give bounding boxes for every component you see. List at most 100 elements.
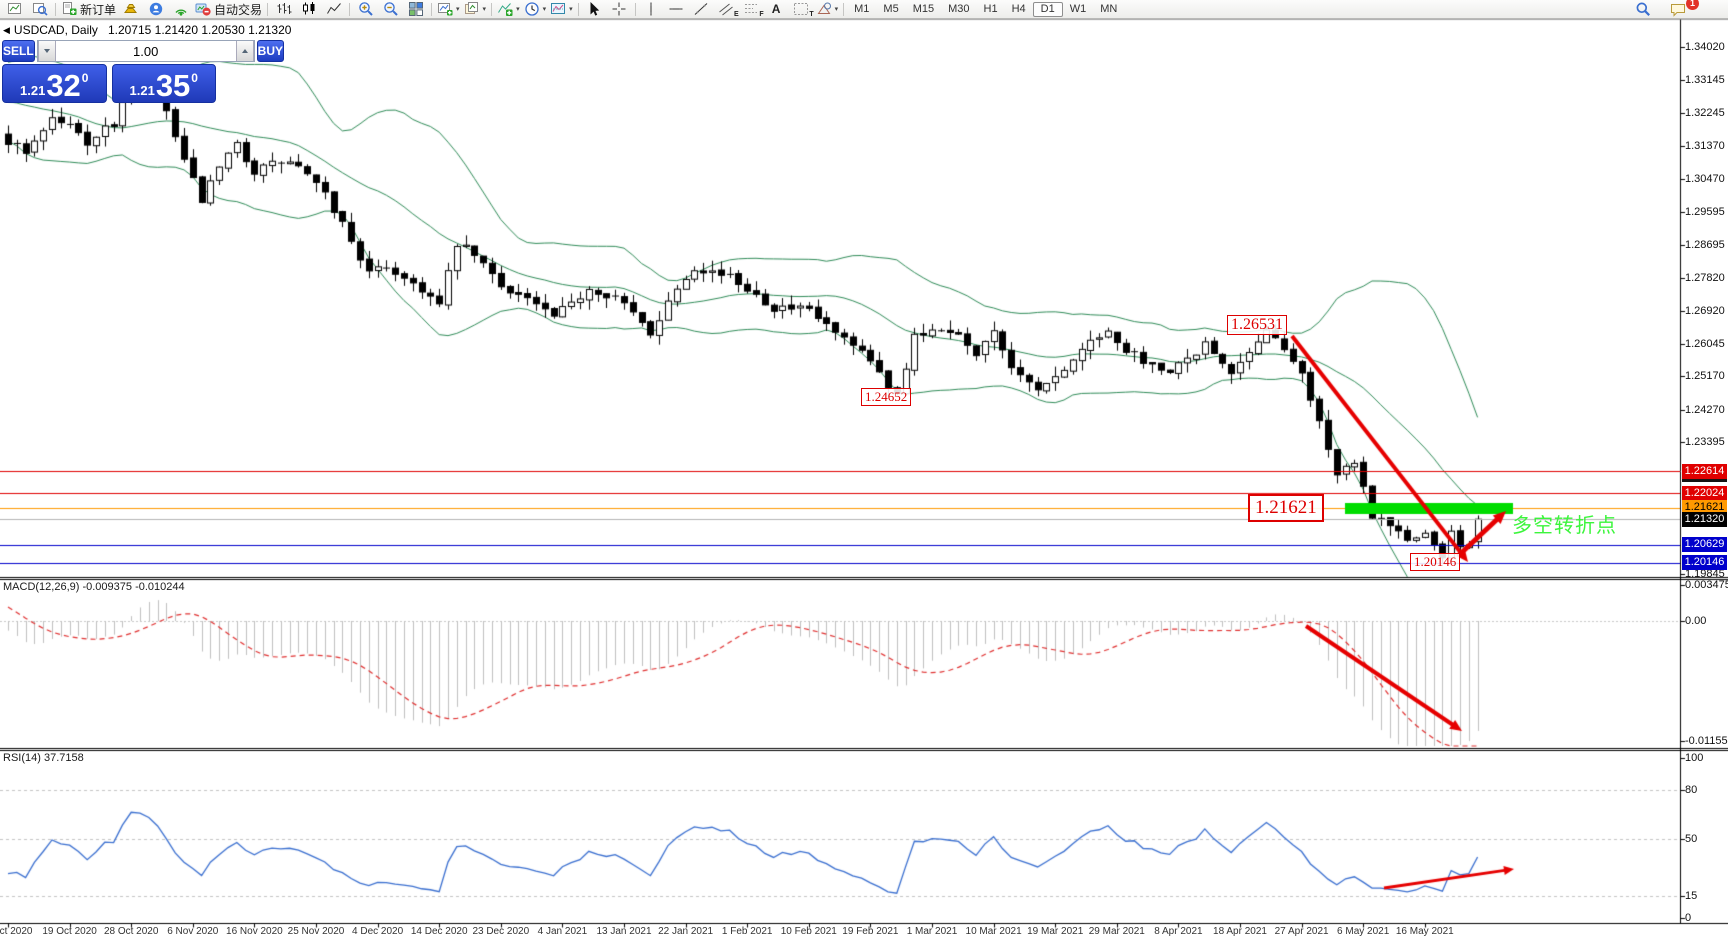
profiles-button[interactable]: ▾ (462, 1, 489, 18)
price-axis-tick: 1.24270 (1685, 403, 1725, 416)
tile-windows-button[interactable] (403, 1, 428, 18)
buy-button[interactable]: BUY (256, 40, 285, 62)
gold-icon[interactable] (118, 1, 143, 18)
chart-ohlc-values: 1.20715 1.21420 1.20530 1.21320 (107, 23, 292, 37)
text-button[interactable]: A (764, 1, 789, 18)
support-icon[interactable] (143, 1, 168, 18)
timeframe-button-M15[interactable]: M15 (906, 2, 941, 17)
new-chart-button[interactable]: ▾ (435, 1, 462, 18)
price-level-label: 1.20629 (1682, 537, 1727, 553)
rsi-axis-tick: 80 (1685, 784, 1698, 797)
templates-button[interactable]: ▾ (548, 1, 575, 18)
crosshair-icon (611, 1, 627, 17)
line-chart-button[interactable] (321, 1, 346, 18)
toolbar-separator (267, 2, 269, 16)
candlestick-chart-button[interactable] (296, 1, 321, 18)
annotation-feb-low-label[interactable]: 1.24652 (861, 388, 912, 406)
text-tool-glyph: A (771, 2, 781, 16)
channel-button[interactable]: E (714, 1, 739, 18)
macd-indicator-label: MACD(12,26,9) -0.009375 -0.010244 (3, 581, 185, 593)
price-axis-tick: 1.25170 (1685, 370, 1725, 383)
timeframe-button-M30[interactable]: M30 (941, 2, 976, 17)
cursor-button[interactable] (582, 1, 607, 18)
toolbar-separator (431, 2, 433, 16)
vertical-line-button[interactable] (639, 1, 664, 18)
timeframe-button-MN[interactable]: MN (1093, 2, 1124, 17)
price-axis-tick: 1.26920 (1685, 304, 1725, 317)
timeframe-button-M1[interactable]: M1 (847, 2, 876, 17)
vertical-line-icon (643, 1, 659, 17)
chart-search-icon-icon (32, 1, 48, 17)
trendline-button[interactable] (689, 1, 714, 18)
new-order-button[interactable]: 新订单 (59, 1, 118, 18)
candlestick-chart-icon (301, 1, 317, 17)
cursor-icon (586, 1, 602, 17)
timeframe-button-W1[interactable]: W1 (1063, 2, 1094, 17)
price-axis-tick: 1.27820 (1685, 271, 1725, 284)
chart-canvas[interactable] (0, 0, 1728, 939)
triangle-down-icon (43, 49, 50, 53)
annotation-swing-high-label[interactable]: 1.26531 (1227, 315, 1287, 335)
autotrade-button[interactable]: 自动交易 (193, 1, 264, 18)
sell-price-button[interactable]: 1.21 32 0 (2, 64, 107, 103)
signals-icon-icon (173, 1, 189, 17)
periods-button[interactable]: ▾ (522, 1, 549, 18)
timeframe-button-D1[interactable]: D1 (1032, 1, 1063, 17)
sell-price-big: 32 (46, 68, 81, 103)
annotation-may-low-label[interactable]: 1.20146 (1410, 553, 1461, 571)
timeframe-button-H1[interactable]: H1 (977, 2, 1005, 17)
price-level-label: 1.21320 (1682, 511, 1727, 527)
rsi-axis-tick: 0 (1685, 912, 1692, 924)
sell-button[interactable]: SELL (2, 40, 35, 62)
gold-icon-icon (123, 1, 139, 17)
timeframe-button-M5[interactable]: M5 (876, 2, 905, 17)
toolbar: 新订单 自动交易 ▾ ▾ ▾ ▾ ▾ E F A T ▾ M1 M5 M15 M30 H1 H4 D1 W1 MN 1 (0, 0, 1728, 19)
zoom-out-icon (383, 1, 399, 17)
horizontal-line-button[interactable] (664, 1, 689, 18)
volume-increase-button[interactable] (235, 41, 254, 61)
signals-icon[interactable] (168, 1, 193, 18)
search-button[interactable] (1630, 1, 1655, 18)
chevron-down-icon: ▾ (456, 5, 460, 13)
support-icon-icon (148, 1, 164, 17)
label-button[interactable]: T (789, 1, 814, 18)
price-axis-tick: 1.29595 (1685, 205, 1725, 218)
rsi-axis-tick: 100 (1685, 752, 1704, 764)
shapes-button[interactable]: ▾ (814, 1, 841, 18)
bar-chart-icon (276, 1, 292, 17)
zoom-in-button[interactable] (353, 1, 378, 18)
price-level-label: 1.22614 (1682, 463, 1727, 479)
chat-button[interactable]: 1 (1665, 0, 1699, 18)
rsi-indicator-label: RSI(14) 37.7158 (3, 752, 84, 764)
indicators-button[interactable]: ▾ (495, 1, 522, 18)
profiles-icon (464, 1, 480, 17)
bar-chart-button[interactable] (271, 1, 296, 18)
chart-profile-icon[interactable] (2, 1, 27, 18)
macd-axis-tick: 0.003475 (1685, 578, 1728, 591)
price-axis-tick: 1.31370 (1685, 139, 1725, 152)
annotation-pivot-note-text[interactable]: 多空转折点 (1512, 509, 1617, 538)
zoom-in-icon (358, 1, 374, 17)
fibonacci-icon (743, 1, 759, 17)
volume-input[interactable] (55, 41, 236, 61)
autotrade-icon (195, 1, 211, 17)
templates-icon (550, 1, 566, 17)
toolbar-button-label: 新订单 (80, 2, 117, 17)
mt4-window: 新订单 自动交易 ▾ ▾ ▾ ▾ ▾ E F A T ▾ M1 M5 M15 M30 H1 H4 D1 W1 MN 1 ◀… (0, 0, 1728, 939)
toolbar-separator (843, 2, 845, 16)
horizontal-line-icon (668, 1, 684, 17)
fibonacci-button[interactable]: F (739, 1, 764, 18)
toolbar-button-label: 自动交易 (214, 2, 263, 17)
buy-price-button[interactable]: 1.21 35 0 (111, 64, 216, 103)
volume-decrease-button[interactable] (37, 41, 56, 61)
sell-price-small: 1.21 (20, 83, 46, 98)
new-chart-icon (437, 1, 453, 17)
chart-search-icon[interactable] (27, 1, 52, 18)
crosshair-button[interactable] (607, 1, 632, 18)
annotation-pivot-label[interactable]: 1.21621 (1248, 494, 1324, 522)
timeframe-button-H4[interactable]: H4 (1005, 2, 1033, 17)
zoom-out-button[interactable] (378, 1, 403, 18)
line-chart-icon (326, 1, 342, 17)
chart-profile-icon-icon (7, 1, 23, 17)
toolbar-separator (577, 2, 579, 16)
